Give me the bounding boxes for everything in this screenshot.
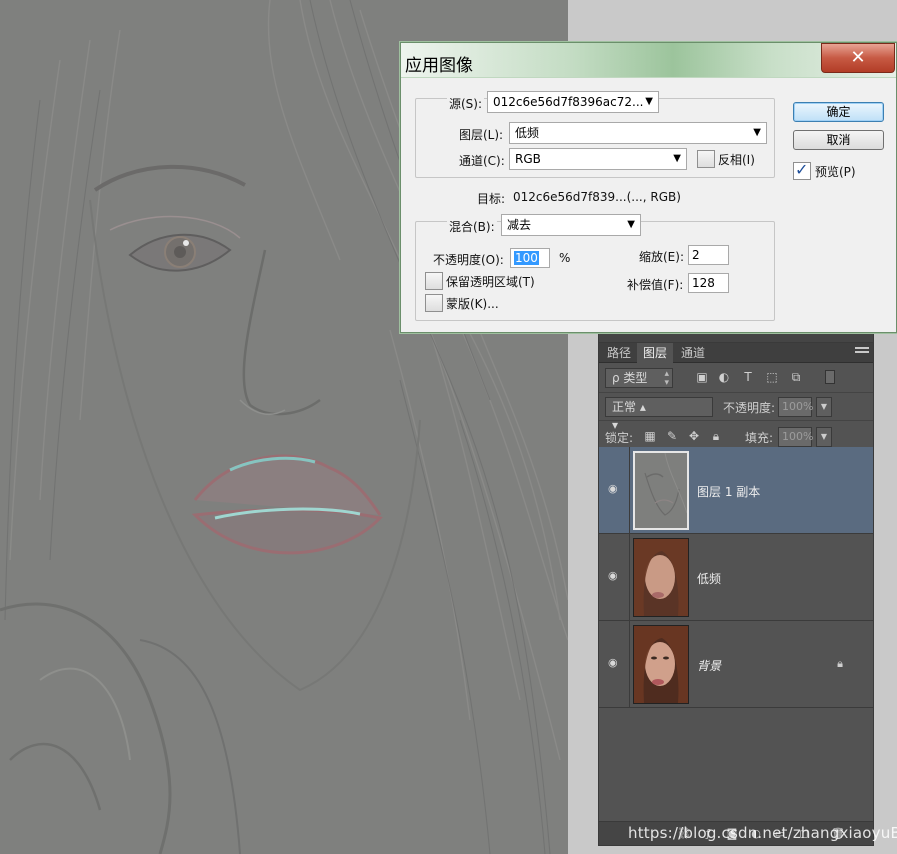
offset-input[interactable]: 128 [688,273,729,293]
preview-label[interactable]: 预览(P) [815,163,856,180]
lock-image-pixels-icon[interactable]: ✎ [665,429,679,443]
panel-tab-bar: 路径 图层 通道 [599,343,873,363]
dialog-title: 应用图像 [405,56,473,76]
close-icon: ✕ [850,47,866,68]
layer-row-low-frequency[interactable]: ◉ 低频 [599,534,873,621]
fill-dropdown-arrow-icon[interactable]: ▼ [816,427,832,447]
eye-separator [629,447,630,534]
visibility-eye-icon[interactable]: ◉ [608,483,622,494]
invert-label[interactable]: 反相(I) [718,151,755,168]
source-select[interactable]: 012c6e56d7f8396ac72... ▼ [487,91,659,113]
tab-layers[interactable]: 图层 [637,343,674,363]
lock-transparent-pixels-icon[interactable]: ▦ [643,429,657,443]
filter-type-icon[interactable]: T [741,370,755,384]
mask-label[interactable]: 蒙版(K)... [446,295,499,312]
mask-checkbox[interactable] [425,294,443,312]
layer-filter-kind-select[interactable]: ρ 类型 ▴ ▾ [605,368,673,388]
blend-row: 正常 ▴ ▾ 不透明度: 100% ▼ [599,392,873,432]
filter-adjustment-icon[interactable]: ◐ [717,370,731,384]
layer-select[interactable]: 低频 ▼ [509,122,767,144]
dialog-body: 源(S): 012c6e56d7f8396ac72... ▼ 图层(L): 低频… [401,77,896,332]
blending-label: 混合(B): [447,218,497,235]
select-arrows-icon: ▴ ▾ [664,369,669,388]
offset-label: 补偿值(F): [627,278,684,292]
layer-row-background[interactable]: ◉ 背景 🔒︎ [599,621,873,708]
channel-value: RGB [515,152,541,166]
lock-position-icon[interactable]: ✥ [687,429,701,443]
lock-row: 锁定: ▦ ✎ ✥ 🔒︎ 填充: 100% ▼ [599,420,873,450]
source-value: 012c6e56d7f8396ac72... [493,95,644,109]
layer-locked-icon: 🔒︎ [837,657,843,670]
dialog-titlebar[interactable]: 应用图像 ✕ [401,43,896,77]
layer-thumbnail [633,538,689,617]
source-label: 源(S): [447,95,485,112]
apply-image-dialog: 应用图像 ✕ 源(S): 012c6e56d7f8396ac72... ▼ 图层… [400,42,897,333]
panel-menu-icon[interactable] [855,347,869,357]
layer-label: 图层(L): [459,128,504,142]
scale-input[interactable]: 2 [688,245,729,265]
blend-mode-label: 正常 [612,400,637,414]
preserve-transparency-label[interactable]: 保留透明区域(T) [446,273,535,290]
tab-paths[interactable]: 路径 [601,343,637,363]
eye-separator [629,534,630,621]
layer-thumbnail [633,451,689,530]
layer-opacity-input[interactable]: 100% [778,397,813,417]
preserve-transparency-checkbox[interactable] [425,272,443,290]
opacity-label: 不透明度(O): [433,253,504,267]
eye-separator [629,621,630,708]
lock-label: 锁定: [605,431,634,445]
scale-label: 缩放(E): [639,250,684,264]
lock-all-icon[interactable]: 🔒︎ [709,429,723,443]
channel-label: 通道(C): [459,154,505,168]
layer-thumbnail [633,625,689,704]
layer-value: 低频 [515,126,540,140]
tab-channels[interactable]: 通道 [675,343,711,363]
target-label: 目标: [477,192,506,206]
layer-opacity-label: 不透明度: [723,401,776,415]
filter-pixel-icon[interactable]: ▣ [695,370,709,384]
checkmark-icon: ✓ [795,160,809,179]
invert-checkbox[interactable] [697,150,715,168]
filter-toggle-icon[interactable] [825,370,835,384]
fill-label: 填充: [745,431,774,445]
ok-button[interactable]: 确定 [793,102,884,122]
layer-name[interactable]: 背景 [697,657,721,674]
opacity-unit: % [559,251,571,265]
opacity-dropdown-arrow-icon[interactable]: ▼ [816,397,832,417]
dropdown-arrow-icon: ▼ [627,219,635,230]
close-button[interactable]: ✕ [821,43,895,73]
channel-select[interactable]: RGB ▼ [509,148,687,170]
layer-name[interactable]: 低频 [697,570,721,587]
visibility-eye-icon[interactable]: ◉ [608,570,622,581]
layers-panel: 路径 图层 通道 ρ 类型 ▴ ▾ ▣ ◐ T ⬚ ⧉ 正常 ▴ ▾ 不透明度: 1… [598,330,874,846]
dropdown-arrow-icon: ▼ [753,127,761,138]
fill-input[interactable]: 100% [778,427,813,447]
visibility-eye-icon[interactable]: ◉ [608,657,622,668]
layer-name[interactable]: 图层 1 副本 [697,483,760,500]
cancel-button[interactable]: 取消 [793,130,884,150]
layer-filter-row: ρ 类型 ▴ ▾ ▣ ◐ T ⬚ ⧉ [599,364,873,392]
layer-row-copy[interactable]: ◉ 图层 1 副本 [599,447,873,534]
preview-checkbox[interactable]: ✓ [793,160,811,180]
blend-mode-select[interactable]: 正常 ▴ ▾ [605,397,713,432]
filter-smart-object-icon[interactable]: ⧉ [789,370,803,384]
blending-select[interactable]: 减去 ▼ [501,214,641,236]
watermark-text: https://blog.csdn.net/zhangxiaoyuBK [628,824,897,842]
blending-value: 减去 [507,218,532,232]
dropdown-arrow-icon: ▼ [673,153,681,164]
dropdown-arrow-icon: ▼ [645,96,653,107]
target-value: 012c6e56d7f839...(..., RGB) [513,190,681,204]
opacity-input[interactable]: 100 [510,248,550,268]
layer-filter-kind-label: ρ 类型 [612,371,648,385]
opacity-value: 100 [514,251,539,265]
filter-shape-icon[interactable]: ⬚ [765,370,779,384]
